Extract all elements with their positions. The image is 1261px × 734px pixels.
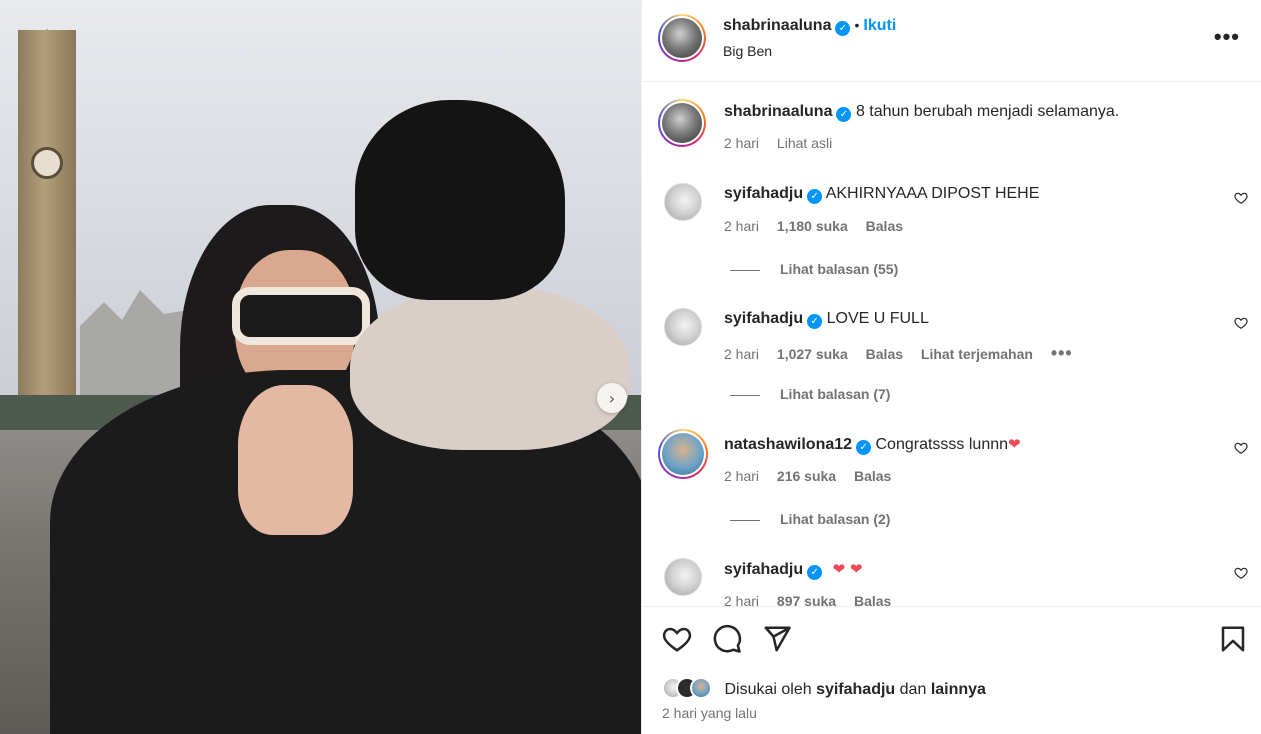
post-detail-panel: shabrinaaluna ✓ • Ikuti Big Ben ••• shabrin…: [641, 0, 1261, 734]
see-original-link[interactable]: Lihat asli: [777, 135, 832, 151]
liked-by-others[interactable]: lainnya: [931, 681, 986, 698]
comment-time[interactable]: 2 hari: [724, 218, 759, 234]
comment-item: syifahadju ✓ LOVE U FULL 2 hari 1,027 suk…: [642, 308, 1261, 408]
big-ben-tower: [18, 30, 76, 410]
comment-time[interactable]: 2 hari: [724, 346, 759, 362]
comment-more-icon[interactable]: •••: [1051, 343, 1073, 363]
liked-by-prefix: Disukai oleh: [724, 681, 812, 698]
comment-text: AKHIRNYAAA DIPOST HEHE: [825, 185, 1040, 202]
verified-icon: ✓: [807, 189, 823, 204]
comment-item: natashawilona12 ✓ Congratssss lunnn❤ 2 ha…: [642, 429, 1261, 529]
reply-button[interactable]: Balas: [866, 218, 903, 234]
liked-by-and: dan: [899, 681, 927, 698]
commenter-avatar[interactable]: [664, 183, 702, 221]
comment-item: syifahadju ✓ AKHIRNYAAA DIPOST HEHE 2 har…: [642, 183, 1261, 283]
liked-by-user[interactable]: syifahadju: [816, 681, 895, 698]
red-heart-emoji: ❤: [1008, 435, 1021, 453]
caption-avatar[interactable]: [658, 99, 706, 147]
view-replies-button[interactable]: Lihat balasan (2): [730, 511, 890, 527]
comment-like-icon[interactable]: [1234, 566, 1248, 580]
reply-button[interactable]: Balas: [854, 468, 891, 484]
comment-item: syifahadju ✓ ❤ ❤ 2 hari 897 suka Balas: [642, 558, 1261, 606]
view-replies-button[interactable]: Lihat balasan (55): [730, 261, 898, 277]
reply-button[interactable]: Balas: [866, 346, 903, 362]
caption: shabrinaaluna ✓ 8 tahun berubah menjadi s…: [642, 99, 1261, 159]
tower-clock: [31, 147, 63, 179]
hand-with-ring: [238, 385, 353, 535]
comment-username[interactable]: natashawilona12: [724, 436, 852, 453]
separator-dot: •: [854, 17, 860, 33]
comment-likes[interactable]: 216 suka: [777, 468, 836, 484]
hoodie: [350, 285, 630, 450]
caption-text: 8 tahun berubah menjadi selamanya.: [855, 103, 1120, 120]
comment-time[interactable]: 2 hari: [724, 593, 759, 606]
more-options-icon[interactable]: •••: [1214, 24, 1240, 50]
verified-icon: ✓: [807, 314, 823, 329]
commenter-avatar[interactable]: [658, 429, 708, 479]
verified-icon: ✓: [835, 21, 851, 36]
verified-icon: ✓: [836, 107, 852, 122]
post-header: shabrinaaluna ✓ • Ikuti Big Ben •••: [642, 0, 1261, 82]
comment-username[interactable]: syifahadju: [724, 185, 803, 202]
man-hair: [355, 100, 565, 300]
share-icon[interactable]: [762, 624, 792, 654]
bookmark-icon[interactable]: [1218, 624, 1248, 654]
post-actions: Disukai oleh syifahadju dan lainnya 2 ha…: [642, 606, 1261, 734]
comment-text: Congratssss lunnn: [875, 436, 1009, 453]
commenter-avatar[interactable]: [664, 308, 702, 346]
caption-time[interactable]: 2 hari: [724, 135, 759, 151]
verified-icon: ✓: [807, 565, 823, 580]
post-photo[interactable]: ›: [0, 0, 641, 734]
author-avatar[interactable]: [658, 14, 706, 62]
author-line: shabrinaaluna ✓ • Ikuti: [723, 17, 896, 36]
comment-like-icon[interactable]: [1234, 441, 1248, 455]
comment-like-icon[interactable]: [1234, 191, 1248, 205]
likes-summary: Disukai oleh syifahadju dan lainnya: [662, 677, 986, 699]
translate-button[interactable]: Lihat terjemahan: [921, 346, 1033, 362]
commenter-avatar[interactable]: [664, 558, 702, 596]
caption-username[interactable]: shabrinaaluna: [724, 103, 832, 120]
comment-time[interactable]: 2 hari: [724, 468, 759, 484]
comments-scroll-area[interactable]: shabrinaaluna ✓ 8 tahun berubah menjadi s…: [642, 83, 1261, 606]
follow-button[interactable]: Ikuti: [863, 17, 896, 34]
view-replies-button[interactable]: Lihat balasan (7): [730, 386, 890, 402]
liker-avatars: [662, 677, 712, 699]
next-photo-button[interactable]: ›: [597, 383, 627, 413]
author-username[interactable]: shabrinaaluna: [723, 17, 831, 34]
comment-likes[interactable]: 1,180 suka: [777, 218, 848, 234]
reply-button[interactable]: Balas: [854, 593, 891, 606]
comment-text: LOVE U FULL: [826, 310, 929, 327]
comment-like-icon[interactable]: [1234, 316, 1248, 330]
verified-icon: ✓: [856, 440, 872, 455]
red-hearts-emoji: ❤ ❤: [832, 560, 863, 578]
post-timestamp[interactable]: 2 hari yang lalu: [662, 705, 757, 721]
comment-username[interactable]: syifahadju: [724, 310, 803, 327]
comment-likes[interactable]: 1,027 suka: [777, 346, 848, 362]
sunglasses: [232, 287, 370, 345]
heart-icon[interactable]: [662, 624, 692, 654]
comment-icon[interactable]: [712, 624, 742, 654]
location-link[interactable]: Big Ben: [723, 43, 772, 59]
comment-username[interactable]: syifahadju: [724, 561, 803, 578]
comment-likes[interactable]: 897 suka: [777, 593, 836, 606]
liker-avatar: [690, 677, 712, 699]
